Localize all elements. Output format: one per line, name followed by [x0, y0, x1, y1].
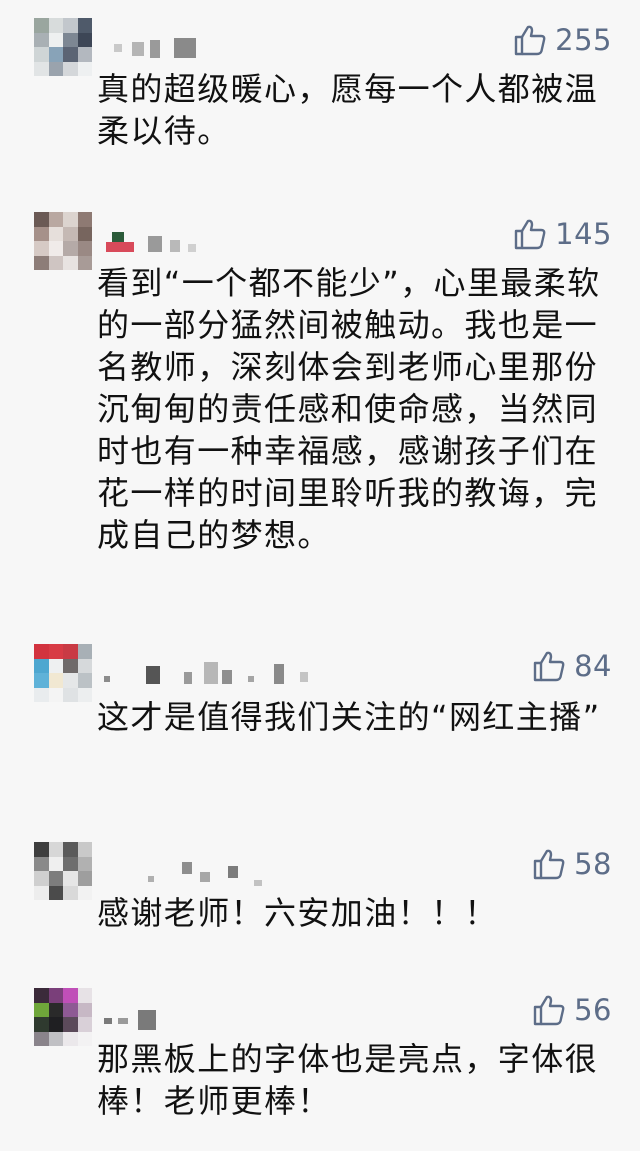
avatar[interactable]	[34, 212, 92, 270]
like-count: 255	[555, 23, 612, 57]
avatar[interactable]	[34, 842, 92, 900]
avatar[interactable]	[34, 644, 92, 702]
nickname-redacted[interactable]	[104, 34, 204, 60]
like-button[interactable]: 255	[513, 20, 612, 60]
thumbs-up-icon	[533, 849, 565, 880]
comment-text: 那黑板上的字体也是亮点，字体很棒！老师更棒！	[97, 1040, 599, 1120]
like-count: 56	[574, 993, 612, 1027]
like-count: 84	[574, 649, 612, 683]
comment-text: 感谢老师！六安加油！！！	[97, 894, 498, 932]
thumbs-up-icon	[514, 219, 546, 250]
like-button[interactable]: 58	[532, 844, 612, 884]
like-count: 58	[574, 847, 612, 881]
comments-screen: { "comments": [ { "likes": "255", "text"…	[0, 0, 640, 1151]
comment-text: 看到“一个都不能少”，心里最柔软的一部分猛然间被触动。我也是一名教师，深刻体会到…	[97, 264, 601, 554]
comment-text: 真的超级暖心，愿每一个人都被温柔以待。	[97, 70, 599, 150]
like-button[interactable]: 145	[513, 214, 612, 254]
nickname-redacted[interactable]	[104, 228, 214, 254]
nickname-redacted[interactable]	[104, 858, 274, 886]
nickname-redacted[interactable]	[104, 660, 324, 686]
avatar[interactable]	[34, 18, 92, 76]
thumbs-up-icon	[533, 995, 565, 1026]
thumbs-up-icon	[533, 651, 565, 682]
nickname-redacted[interactable]	[104, 1004, 164, 1030]
like-button[interactable]: 84	[532, 646, 612, 686]
comment-text: 这才是值得我们关注的“网红主播”	[97, 698, 601, 736]
like-count: 145	[555, 217, 612, 251]
thumbs-up-icon	[514, 25, 546, 56]
like-button[interactable]: 56	[532, 990, 612, 1030]
avatar[interactable]	[34, 988, 92, 1046]
